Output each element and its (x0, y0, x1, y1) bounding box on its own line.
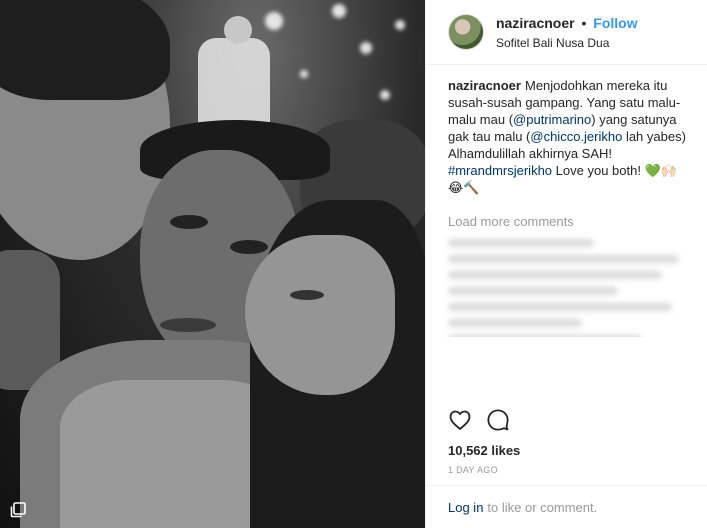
mention-chicco-jerikho[interactable]: @chicco.jerikho (530, 129, 622, 144)
caption-username[interactable]: naziracnoer (448, 78, 521, 93)
caption: naziracnoer Menjodohkan mereka itu susah-… (448, 77, 691, 196)
mention-putrimarino[interactable]: @putrimarino (513, 112, 591, 127)
hashtag-link[interactable]: #mrandmrsjerikho (448, 163, 552, 178)
multiple-posts-icon (10, 502, 26, 518)
likes-count[interactable]: 10,562 likes (448, 443, 520, 458)
header-username[interactable]: naziracnoer (496, 15, 575, 31)
post-photo[interactable] (0, 0, 425, 528)
action-bar (448, 408, 510, 432)
location-link[interactable]: Sofitel Bali Nusa Dua (496, 36, 638, 50)
comments-section: naziracnoer Menjodohkan mereka itu susah-… (426, 65, 707, 337)
instagram-post: naziracnoer • Follow Sofitel Bali Nusa D… (0, 0, 707, 528)
heart-outline-icon[interactable] (448, 408, 472, 432)
header-separator: • (581, 14, 587, 31)
load-more-comments-button[interactable]: Load more comments (448, 214, 691, 229)
post-side-panel: naziracnoer • Follow Sofitel Bali Nusa D… (425, 0, 707, 528)
login-link[interactable]: Log in (448, 500, 483, 515)
post-header: naziracnoer • Follow Sofitel Bali Nusa D… (426, 0, 707, 65)
login-footer: Log in to like or comment. (426, 485, 707, 528)
avatar[interactable] (448, 14, 484, 50)
blurred-comments (448, 239, 691, 337)
speech-bubble-icon[interactable] (486, 408, 510, 432)
login-prompt-text: to like or comment. (487, 499, 598, 515)
follow-button[interactable]: Follow (593, 15, 637, 31)
post-date[interactable]: 1 DAY AGO (448, 465, 498, 475)
